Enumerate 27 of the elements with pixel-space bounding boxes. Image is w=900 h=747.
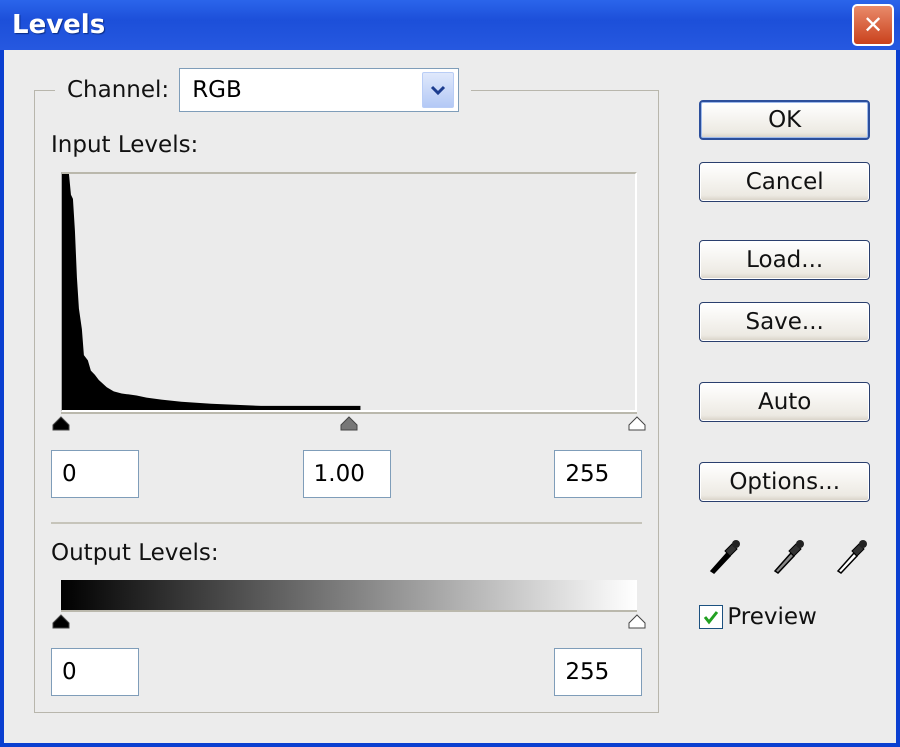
dialog-button[interactable]: Cancel [699, 162, 870, 202]
slider-thumb[interactable] [627, 416, 647, 432]
checkmark-icon [702, 608, 720, 626]
close-button[interactable]: ✕ [852, 4, 894, 46]
eyedropper-icon[interactable] [834, 538, 870, 574]
preview-checkbox[interactable] [699, 605, 724, 629]
dialog-button[interactable]: OK [699, 100, 870, 140]
channel-label: Channel: [67, 77, 170, 103]
dialog-button[interactable]: Save... [699, 302, 870, 342]
level-input-field[interactable]: 1.00 [302, 450, 391, 498]
window-title: Levels [12, 10, 106, 40]
dialog-button[interactable]: Load... [699, 240, 870, 280]
level-input-field[interactable]: 0 [51, 450, 139, 498]
channel-dropdown[interactable]: RGB [179, 68, 460, 112]
slider-thumb[interactable] [339, 416, 359, 432]
slider-thumb[interactable] [51, 614, 71, 630]
level-input-field[interactable]: 255 [554, 648, 642, 696]
level-input-field[interactable]: 255 [554, 450, 642, 498]
preview-label: Preview [727, 604, 817, 630]
slider-thumb[interactable] [627, 614, 647, 630]
dialog-button[interactable]: Options... [699, 462, 870, 502]
input-levels-label: Input Levels: [51, 132, 200, 158]
output-levels-label: Output Levels: [51, 540, 220, 566]
dialog-button[interactable]: Auto [699, 382, 870, 422]
slider-thumb[interactable] [51, 416, 71, 432]
level-input-field[interactable]: 0 [51, 648, 139, 696]
caret-icon [422, 72, 454, 108]
